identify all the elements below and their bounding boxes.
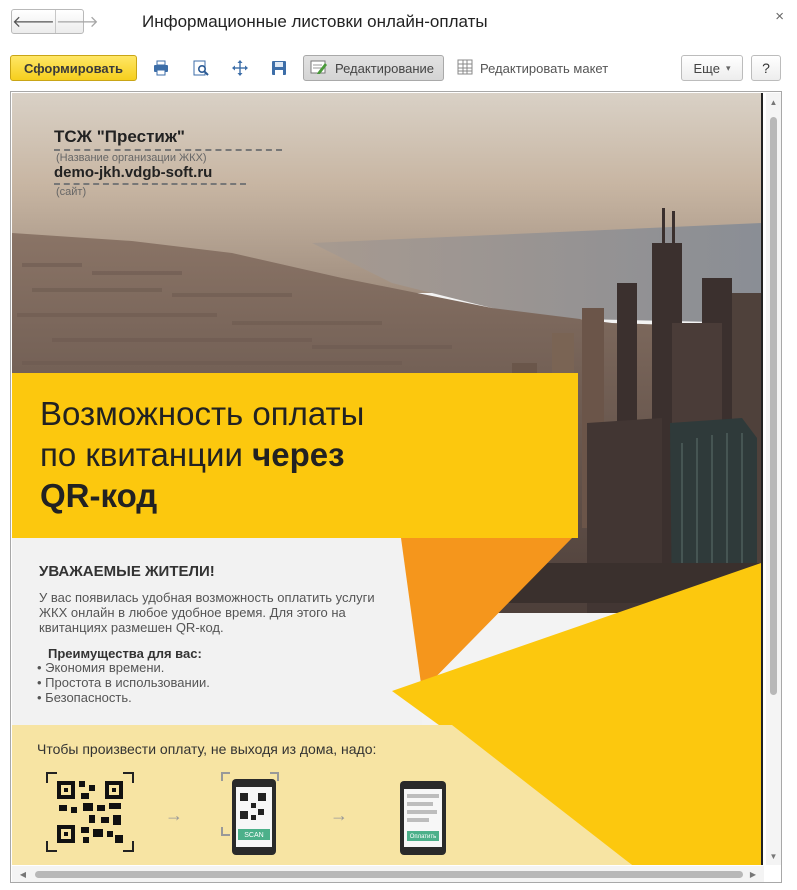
organization-name[interactable]: ТСЖ "Престиж" — [54, 127, 185, 147]
scroll-left-icon[interactable]: ◀ — [16, 866, 30, 882]
toolbar: Сформировать Редактирование Редактироват… — [0, 54, 797, 84]
vertical-scroll-thumb[interactable] — [770, 117, 777, 695]
help-button[interactable]: ? — [751, 55, 781, 81]
arrow-right-icon[interactable]: 🡒 — [54, 10, 99, 33]
document-viewport[interactable]: ТСЖ "Престиж" (Название организации ЖКХ)… — [10, 91, 782, 883]
layout-icon — [457, 59, 473, 78]
window-title: Информационные листовки онлайн-оплаты — [142, 12, 488, 31]
website[interactable]: demo-jkh.vdgb-soft.ru — [54, 164, 212, 181]
website-hint: (сайт) — [56, 186, 87, 198]
divider — [54, 183, 246, 185]
edit-icon — [310, 59, 328, 78]
more-label: Еще — [693, 60, 720, 76]
more-dropdown[interactable]: Еще ▾ — [681, 55, 743, 81]
headline-line-2-regular: по квитанции — [40, 436, 253, 473]
pay-label: Оплатить — [410, 834, 437, 840]
edit-mode-label: Редактирование — [335, 60, 435, 76]
scroll-up-icon[interactable]: ▲ — [766, 95, 781, 109]
chevron-down-icon: ▾ — [725, 62, 731, 73]
headline-line-2-bold: через — [252, 436, 345, 473]
scroll-down-icon[interactable]: ▼ — [766, 849, 781, 863]
print-icon[interactable] — [151, 58, 171, 78]
poster-sheet: ТСЖ "Престиж" (Название организации ЖКХ)… — [12, 93, 761, 865]
list-item: • Простота в использовании. — [37, 675, 210, 690]
vertical-scrollbar[interactable]: ▲ ▼ — [766, 93, 781, 865]
howto-title: Чтобы произвести оплату, не выходя из до… — [37, 741, 377, 757]
generate-button[interactable]: Сформировать — [10, 55, 137, 81]
edit-layout-label: Редактировать макет — [480, 60, 609, 76]
headline-line-3: QR-код — [40, 477, 158, 514]
list-item: • Безопасность. — [37, 690, 132, 705]
scan-label: SCAN — [244, 832, 263, 839]
save-icon[interactable] — [269, 58, 289, 78]
edit-mode-toggle[interactable]: Редактирование — [303, 55, 444, 81]
report-window: 🡐 🡒 Информационные листовки онлайн-оплат… — [0, 0, 797, 890]
close-icon[interactable]: × — [775, 8, 784, 25]
phone-scan-icon: SCAN — [221, 772, 279, 855]
info-paragraph: У вас появилась удобная возможность опла… — [39, 590, 375, 635]
organization-hint: (Название организации ЖКХ) — [56, 152, 207, 164]
greeting: УВАЖАЕМЫЕ ЖИТЕЛИ! — [39, 563, 215, 580]
list-item: • Экономия времени. — [37, 660, 165, 675]
move-icon[interactable] — [230, 58, 250, 78]
benefits-list: • Экономия времени. • Простота в использ… — [37, 660, 210, 705]
scroll-right-icon[interactable]: ▶ — [746, 866, 760, 882]
page-border — [761, 93, 763, 865]
divider — [54, 149, 282, 151]
arrow-right-icon: → — [165, 805, 183, 825]
arrow-right-icon: → — [330, 805, 348, 825]
poster-headline: Возможность оплаты по квитанции через QR… — [40, 393, 364, 516]
qr-code-icon — [46, 772, 134, 852]
arrow-left-icon[interactable]: 🡐 — [12, 10, 55, 33]
benefits-title: Преимущества для вас: — [48, 646, 202, 661]
headline-line-1: Возможность оплаты — [40, 395, 365, 432]
headline-line-2: по квитанции через — [40, 434, 364, 475]
edit-layout-button[interactable]: Редактировать макет — [457, 55, 608, 81]
navigation-buttons: 🡐 🡒 — [11, 9, 99, 34]
horizontal-scroll-thumb[interactable] — [35, 871, 743, 878]
preview-icon[interactable] — [191, 58, 211, 78]
horizontal-scrollbar[interactable]: ◀ ▶ — [12, 866, 764, 882]
phone-pay-icon: Оплатить — [400, 781, 446, 855]
